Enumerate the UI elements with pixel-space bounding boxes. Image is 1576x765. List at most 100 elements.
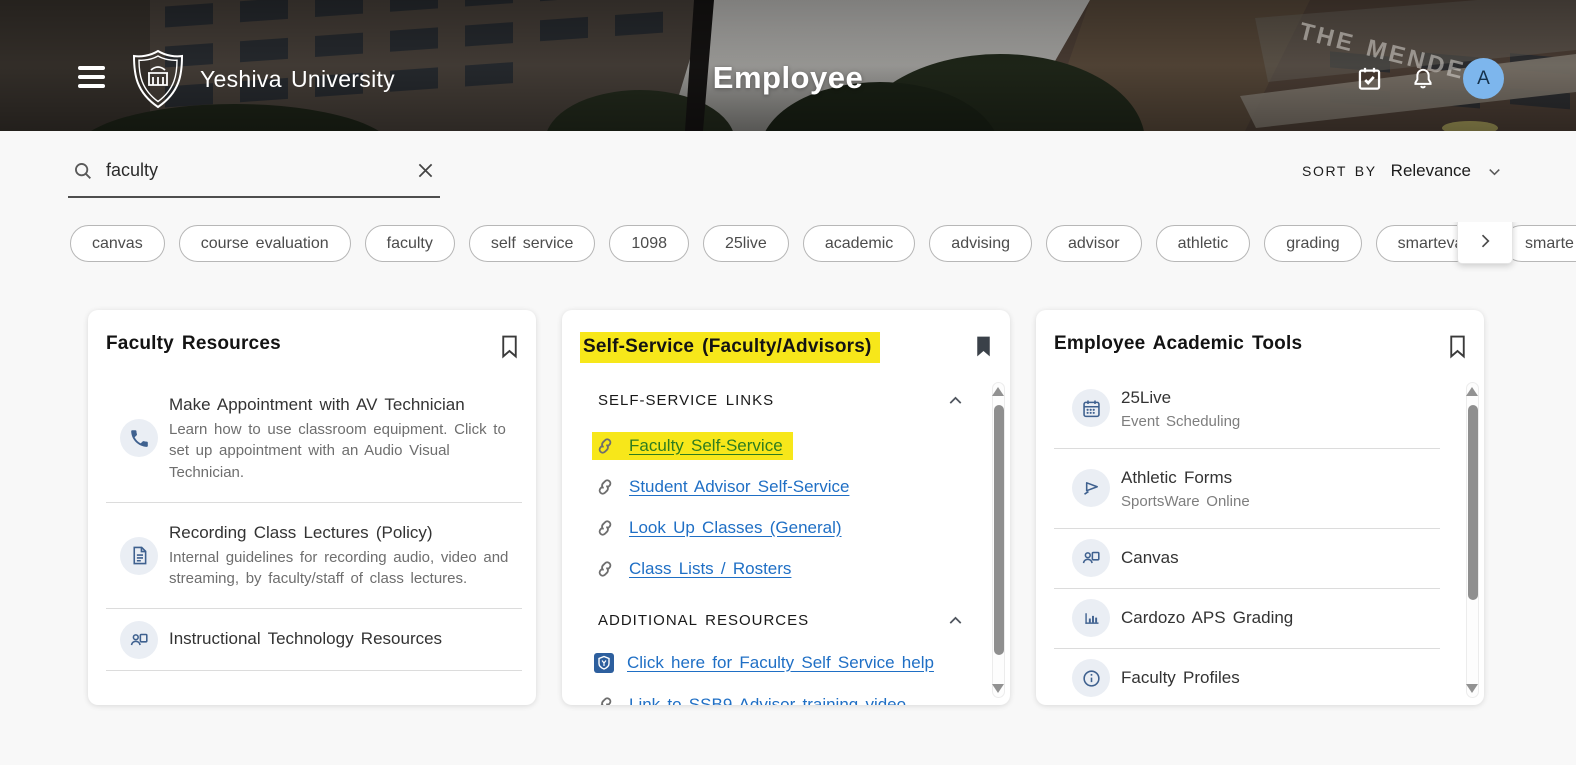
scrollbar[interactable] xyxy=(992,382,1005,698)
filter-chip[interactable]: faculty xyxy=(365,225,455,262)
chevron-up-icon[interactable] xyxy=(945,390,966,411)
link-icon xyxy=(594,476,616,498)
section-label: SELF-SERVICE LINKS xyxy=(598,392,774,409)
filter-chip[interactable]: canvas xyxy=(70,225,165,262)
sort-by-value: Relevance xyxy=(1391,161,1471,181)
card-title: Employee Academic Tools xyxy=(1054,332,1302,357)
info-icon xyxy=(1072,659,1110,697)
brand-name[interactable]: Yeshiva University xyxy=(200,66,395,93)
tool-item[interactable]: Athletic Forms SportsWare Online xyxy=(1054,449,1440,529)
bookmark-icon[interactable] xyxy=(499,334,520,359)
bell-icon[interactable] xyxy=(1409,65,1437,93)
resource-item[interactable]: Make Appointment with AV Technician Lear… xyxy=(106,375,522,503)
calendar-check-icon[interactable] xyxy=(1355,65,1383,93)
tool-title: Faculty Profiles xyxy=(1121,667,1240,690)
link-faculty-self-service[interactable]: Faculty Self-Service xyxy=(629,436,783,456)
instructor-icon xyxy=(120,621,158,659)
avatar[interactable]: A xyxy=(1463,58,1504,99)
clear-icon[interactable] xyxy=(415,160,436,181)
link-row[interactable]: Link to SSB9 Advisor training video xyxy=(592,691,992,705)
link-row[interactable]: Class Lists / Rosters xyxy=(592,555,992,583)
tool-item[interactable]: Canvas xyxy=(1054,529,1440,589)
chips-scroll-next-button[interactable] xyxy=(1457,222,1513,264)
tool-item[interactable]: Faculty Profiles xyxy=(1054,649,1440,705)
card-title-highlighted: Self-Service (Faculty/Advisors) xyxy=(580,332,880,363)
instructor-icon xyxy=(1072,539,1110,577)
link-row[interactable]: Student Advisor Self-Service xyxy=(592,473,992,501)
tool-item[interactable]: 25Live Event Scheduling xyxy=(1054,369,1440,449)
sort-by-dropdown[interactable]: SORT BY Relevance xyxy=(1302,161,1504,181)
section-label: ADDITIONAL RESOURCES xyxy=(598,612,809,629)
tool-subtitle: Event Scheduling xyxy=(1121,413,1240,430)
chevron-right-icon xyxy=(1475,231,1495,251)
scroll-down-arrow[interactable] xyxy=(1466,684,1478,693)
scrollbar-thumb[interactable] xyxy=(994,405,1004,655)
resource-title: Recording Class Lectures (Policy) xyxy=(169,522,514,545)
menu-icon[interactable] xyxy=(78,66,105,88)
filter-chip[interactable]: self service xyxy=(469,225,596,262)
scrollbar-thumb[interactable] xyxy=(1468,405,1478,600)
hero-header: THE MENDE Yeshiva University Employee xyxy=(0,0,1576,131)
calendar-icon xyxy=(1072,389,1110,427)
filter-chip[interactable]: academic xyxy=(803,225,915,262)
link-student-advisor[interactable]: Student Advisor Self-Service xyxy=(629,477,849,497)
card-title: Faculty Resources xyxy=(106,332,281,357)
yu-shield-logo-icon xyxy=(130,48,186,110)
bar-chart-icon xyxy=(1072,599,1110,637)
scroll-down-arrow[interactable] xyxy=(992,684,1004,693)
filter-chip[interactable]: smarte xyxy=(1503,225,1576,262)
card-self-service: Self-Service (Faculty/Advisors) SELF-SER… xyxy=(562,310,1010,705)
filter-chip[interactable]: 25live xyxy=(703,225,789,262)
link-row[interactable]: Click here for Faculty Self Service help xyxy=(592,649,992,677)
link-row[interactable]: Look Up Classes (General) xyxy=(592,514,992,542)
tool-title: 25Live xyxy=(1121,387,1240,410)
flag-icon xyxy=(1072,469,1110,507)
resource-item[interactable]: Instructional Technology Resources xyxy=(106,609,522,671)
resource-description: Internal guidelines for recording audio,… xyxy=(169,547,514,590)
resource-description: Learn how to use classroom equipment. Cl… xyxy=(169,419,514,483)
resource-title: Make Appointment with AV Technician xyxy=(169,394,514,417)
filter-chip[interactable]: grading xyxy=(1264,225,1361,262)
tool-title: Cardozo APS Grading xyxy=(1121,607,1293,630)
filter-chips-row: canvas course evaluation faculty self se… xyxy=(0,222,1576,272)
chevron-up-icon[interactable] xyxy=(945,610,966,631)
link-class-lists[interactable]: Class Lists / Rosters xyxy=(629,559,791,579)
document-icon xyxy=(120,537,158,575)
section-self-service-links: SELF-SERVICE LINKS xyxy=(598,387,966,415)
filter-chip[interactable]: advising xyxy=(929,225,1032,262)
bookmark-filled-icon[interactable] xyxy=(973,334,994,359)
section-additional-resources: ADDITIONAL RESOURCES xyxy=(598,607,966,635)
link-icon xyxy=(594,694,616,705)
scroll-up-arrow[interactable] xyxy=(1466,387,1478,396)
phone-icon xyxy=(120,419,158,457)
card-employee-academic-tools: Employee Academic Tools 25Live Event Sch… xyxy=(1036,310,1484,705)
link-icon xyxy=(594,558,616,580)
search-row: faculty SORT BY Relevance xyxy=(0,131,1576,211)
link-icon xyxy=(594,517,616,539)
yu-favicon-icon xyxy=(594,653,614,673)
sort-by-label: SORT BY xyxy=(1302,163,1377,179)
link-look-up-classes[interactable]: Look Up Classes (General) xyxy=(629,518,842,538)
tool-subtitle: SportsWare Online xyxy=(1121,493,1250,510)
card-faculty-resources: Faculty Resources Make Appointment with … xyxy=(88,310,536,705)
brand: Yeshiva University xyxy=(130,48,395,110)
tool-item[interactable]: Cardozo APS Grading xyxy=(1054,589,1440,649)
scrollbar[interactable] xyxy=(1466,382,1479,698)
filter-chip[interactable]: athletic xyxy=(1156,225,1251,262)
link-ssb9-training[interactable]: Link to SSB9 Advisor training video xyxy=(629,695,906,705)
link-faculty-help[interactable]: Click here for Faculty Self Service help xyxy=(627,653,934,673)
link-icon xyxy=(594,435,616,457)
search-input[interactable]: faculty xyxy=(68,151,440,198)
search-icon xyxy=(72,160,94,182)
tool-title: Canvas xyxy=(1121,547,1179,570)
resource-title: Instructional Technology Resources xyxy=(169,628,442,651)
resource-item[interactable]: Recording Class Lectures (Policy) Intern… xyxy=(106,503,522,610)
bookmark-icon[interactable] xyxy=(1447,334,1468,359)
tool-title: Athletic Forms xyxy=(1121,467,1250,490)
scroll-up-arrow[interactable] xyxy=(992,387,1004,396)
filter-chip[interactable]: 1098 xyxy=(609,225,689,262)
chevron-down-icon xyxy=(1485,162,1504,181)
filter-chip[interactable]: course evaluation xyxy=(179,225,351,262)
link-row[interactable]: Faculty Self-Service xyxy=(592,432,992,460)
filter-chip[interactable]: advisor xyxy=(1046,225,1142,262)
